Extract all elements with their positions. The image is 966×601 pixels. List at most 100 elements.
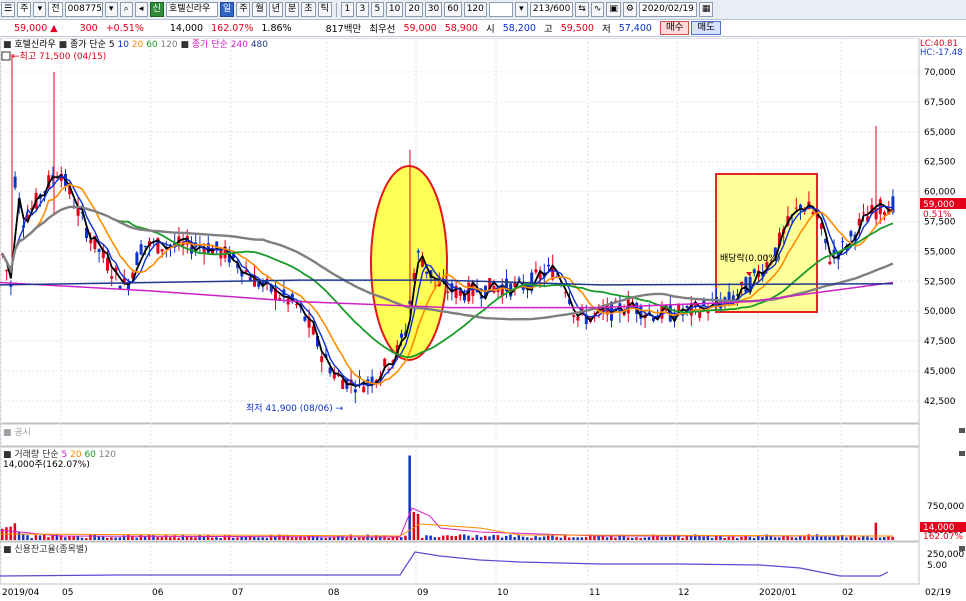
volume-bar <box>26 535 29 540</box>
credit-pane-button[interactable] <box>959 546 965 551</box>
volume-bar <box>387 538 390 540</box>
buy-button[interactable]: 매수 <box>659 21 690 35</box>
volume-bar <box>731 536 735 540</box>
last-price-text: 59,000 <box>923 200 955 210</box>
best-sell-label: 최우선 <box>369 24 396 35</box>
candle-body <box>341 379 345 390</box>
volume-pane-button[interactable] <box>959 451 965 456</box>
volume-bar <box>887 536 890 540</box>
volume-bar <box>64 537 67 540</box>
line-tool-icon[interactable]: ∿ <box>590 2 605 17</box>
legend-marker: ■ <box>181 40 192 50</box>
search-icon[interactable]: ⌕ <box>119 2 133 17</box>
price-axis-tick: 47,500 <box>924 337 956 347</box>
candle-body <box>135 252 139 266</box>
period-week-button[interactable]: 주 <box>236 2 251 17</box>
volume-bar <box>185 536 189 540</box>
vol-legend-ma60: 60 <box>84 450 96 460</box>
code-dropdown-icon[interactable]: ▾ <box>104 2 118 17</box>
volume-bar <box>328 537 332 540</box>
period-second-button[interactable]: 초 <box>301 2 316 17</box>
volume-bar <box>43 534 46 540</box>
interval-3-button[interactable]: 3 <box>355 2 369 17</box>
volume-bar <box>643 537 647 540</box>
volume-bar <box>295 537 298 540</box>
volume-bar <box>47 537 50 540</box>
notice-label-text: 공시 <box>14 427 31 438</box>
volume-bar <box>874 522 878 540</box>
volume-bar <box>450 535 453 540</box>
volume-bar <box>194 537 197 540</box>
volume-bar <box>488 536 491 540</box>
volume-bar <box>400 537 403 540</box>
volume-bar <box>677 536 680 540</box>
notice-pane[interactable] <box>0 423 920 447</box>
period-day-button[interactable]: 일 <box>219 2 235 17</box>
calendar-icon[interactable]: ▦ <box>698 2 714 17</box>
legend-stock-name: 호텔신라우 <box>14 38 55 50</box>
legend-marker: ■ <box>3 40 14 50</box>
interval-30-button[interactable]: 30 <box>424 2 443 17</box>
volume-bar <box>169 537 172 540</box>
chevron-down-icon[interactable]: ▾ <box>33 2 47 17</box>
interval-120-button[interactable]: 120 <box>463 2 487 17</box>
interval-10-button[interactable]: 10 <box>385 2 404 17</box>
interval-60-button[interactable]: 60 <box>444 2 462 17</box>
notice-pane-button[interactable] <box>959 428 965 433</box>
volume-bar <box>601 536 605 540</box>
chart-area[interactable]: ■ 호텔신라우 ■ 종가 단순 5 10 20 60 120 ■ 종가 단순 2… <box>0 37 966 598</box>
volume-bar <box>85 538 88 540</box>
interval-custom-input[interactable] <box>488 2 513 17</box>
save-icon[interactable]: ▣ <box>606 2 621 17</box>
volume-bar <box>160 537 164 540</box>
period-year-button[interactable]: 년 <box>268 2 284 17</box>
volume-bar <box>799 536 802 540</box>
volume-legend: ■ 거래량 단순 5 20 60 120 <box>3 448 116 460</box>
count-input[interactable]: 213/600 <box>529 2 574 17</box>
candle-body <box>118 285 122 289</box>
volume-bar <box>223 534 227 540</box>
stock-code-input[interactable]: 008775 <box>64 2 103 17</box>
candle-body <box>89 239 93 244</box>
candle-body <box>400 333 403 338</box>
vol-legend-ma120: 120 <box>99 450 116 460</box>
interval-1-button[interactable]: 1 <box>340 2 354 17</box>
volume-ratio: 162.07% <box>211 22 254 34</box>
pane-menu-icon[interactable] <box>1 51 11 61</box>
stock-chart[interactable]: ■ 호텔신라우 ■ 종가 단순 5 10 20 60 120 ■ 종가 단순 2… <box>0 37 966 598</box>
volume-bar <box>790 537 794 540</box>
volume-bar <box>412 511 416 540</box>
zoom-icon[interactable]: ⇆ <box>575 2 589 17</box>
volume-bar <box>521 536 525 540</box>
low-note: 최저 41,900 (08/06) → <box>246 403 344 414</box>
high-label: 고 <box>543 24 553 35</box>
interval-dropdown-icon[interactable]: ▾ <box>514 2 528 17</box>
volume-bar <box>664 536 668 540</box>
period-tick-button[interactable]: 틱 <box>317 2 332 17</box>
legend-ma20: 20 <box>132 40 144 50</box>
interval-5-button[interactable]: 5 <box>370 2 384 17</box>
volume-bar <box>484 535 487 540</box>
credit-pane[interactable] <box>0 541 920 585</box>
speaker-icon[interactable]: ◂ <box>134 2 148 17</box>
date-axis-tick: 06 <box>152 588 164 598</box>
candle-body <box>446 291 450 293</box>
sell-button[interactable]: 매도 <box>691 21 721 35</box>
market-select[interactable]: 전 <box>48 2 63 17</box>
menu-grid-button[interactable]: ☰ <box>1 2 16 17</box>
volume-bar <box>404 535 407 540</box>
candle-body <box>752 269 756 274</box>
volume-bar <box>580 537 584 540</box>
chart-type-select[interactable]: 주 <box>17 2 32 17</box>
open-label: 시 <box>485 24 495 35</box>
date-input[interactable]: 2020/02/19 <box>638 2 697 17</box>
count-total: /600 <box>550 4 571 14</box>
volume-bar <box>38 535 42 540</box>
chart-toolbar: ☰ 주 ▾ 전 008775 ▾ ⌕ ◂ 신 호텔신라우 일 주 월 년 분 초… <box>0 0 966 20</box>
period-month-button[interactable]: 월 <box>252 2 267 17</box>
period-minute-button[interactable]: 분 <box>285 2 300 17</box>
volume-bar <box>177 537 180 540</box>
gear-icon[interactable]: ⚙ <box>622 2 637 17</box>
interval-20-button[interactable]: 20 <box>405 2 423 17</box>
candle-body <box>143 245 147 248</box>
